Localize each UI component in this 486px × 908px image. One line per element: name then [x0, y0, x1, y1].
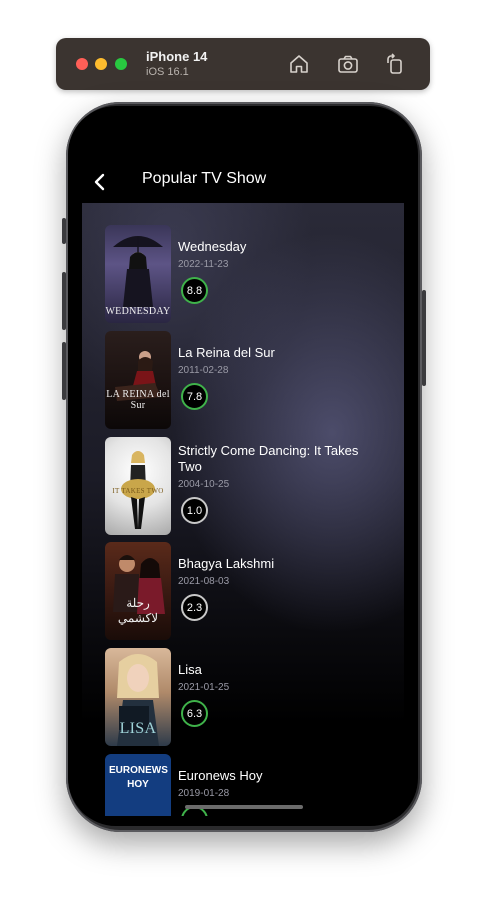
- poster-image: IT TAKES TWO: [105, 437, 171, 535]
- device-name: iPhone 14: [146, 49, 208, 64]
- list-item[interactable]: IT TAKES TWO Strictly Come Dancing: It T…: [105, 437, 395, 537]
- rating-value: 2.3: [186, 601, 203, 614]
- show-title: Wednesday: [178, 239, 247, 254]
- zoom-window-button[interactable]: [115, 58, 127, 70]
- rating-value: 6.3: [186, 707, 203, 720]
- poster-image: LA REINA del Sur: [105, 331, 171, 429]
- rating-value: 7.8: [186, 390, 203, 403]
- list-item[interactable]: رحلة لاكشمي Bhagya Lakshmi 2021-08-03 2.…: [105, 542, 395, 642]
- show-title: Lisa: [178, 662, 202, 677]
- close-window-button[interactable]: [76, 58, 88, 70]
- side-button: [62, 342, 66, 400]
- navigation-bar: Popular TV Show: [68, 162, 418, 202]
- show-list[interactable]: WEDNESDAY Wednesday 2022-11-23 8.8 LA RE…: [82, 203, 404, 816]
- poster-text: WEDNESDAY: [105, 306, 171, 317]
- release-date: 2011-02-28: [178, 365, 229, 376]
- phone-screen: Popular TV Show WEDNESDAY Wednesday 2022…: [68, 106, 418, 826]
- show-title: Strictly Come Dancing: It Takes Two: [178, 443, 359, 474]
- poster-image: رحلة لاكشمي: [105, 542, 171, 640]
- show-title: Euronews Hoy: [178, 768, 263, 783]
- poster-text: IT TAKES TWO: [112, 487, 164, 495]
- release-date: 2022-11-23: [178, 259, 229, 270]
- release-date: 2019-01-28: [178, 788, 230, 799]
- list-item[interactable]: LA REINA del Sur La Reina del Sur 2011-0…: [105, 331, 395, 431]
- screenshot-icon[interactable]: [336, 52, 360, 76]
- rating-badge: 7.8: [181, 383, 208, 410]
- side-button: [422, 290, 426, 386]
- poster-image: WEDNESDAY: [105, 225, 171, 323]
- side-button: [62, 218, 66, 244]
- release-date: 2021-01-25: [178, 682, 230, 693]
- poster-image: LISA: [105, 648, 171, 746]
- show-title: La Reina del Sur: [178, 345, 275, 360]
- home-icon[interactable]: [287, 52, 311, 76]
- rating-value: 1.0: [186, 504, 203, 517]
- poster-text: EURONEWS HOY: [109, 765, 168, 790]
- poster-text: LISA: [119, 720, 157, 737]
- poster-image: EURONEWS HOY: [105, 754, 171, 816]
- poster-text: LA REINA del Sur: [106, 389, 170, 411]
- release-date: 2004-10-25: [178, 479, 230, 490]
- rating-value: 8.8: [186, 284, 203, 297]
- release-date: 2021-08-03: [178, 576, 230, 587]
- os-version: iOS 16.1: [146, 66, 189, 78]
- rating-badge: 8.8: [181, 277, 208, 304]
- rating-badge: 2.3: [181, 594, 208, 621]
- list-item[interactable]: WEDNESDAY Wednesday 2022-11-23 8.8: [105, 225, 395, 325]
- side-button: [62, 272, 66, 330]
- rating-badge: 1.0: [181, 497, 208, 524]
- poster-text: رحلة لاكشمي: [117, 596, 159, 625]
- minimize-window-button[interactable]: [95, 58, 107, 70]
- page-title: Popular TV Show: [142, 170, 267, 187]
- show-title: Bhagya Lakshmi: [178, 556, 275, 571]
- rating-badge: 6.3: [181, 700, 208, 727]
- rotate-icon[interactable]: [383, 52, 407, 76]
- simulator-toolbar: iPhone 14 iOS 16.1: [56, 38, 430, 90]
- list-item[interactable]: LISA Lisa 2021-01-25 6.3: [105, 648, 395, 748]
- home-indicator[interactable]: [185, 805, 303, 809]
- chevron-left-icon[interactable]: [90, 172, 110, 192]
